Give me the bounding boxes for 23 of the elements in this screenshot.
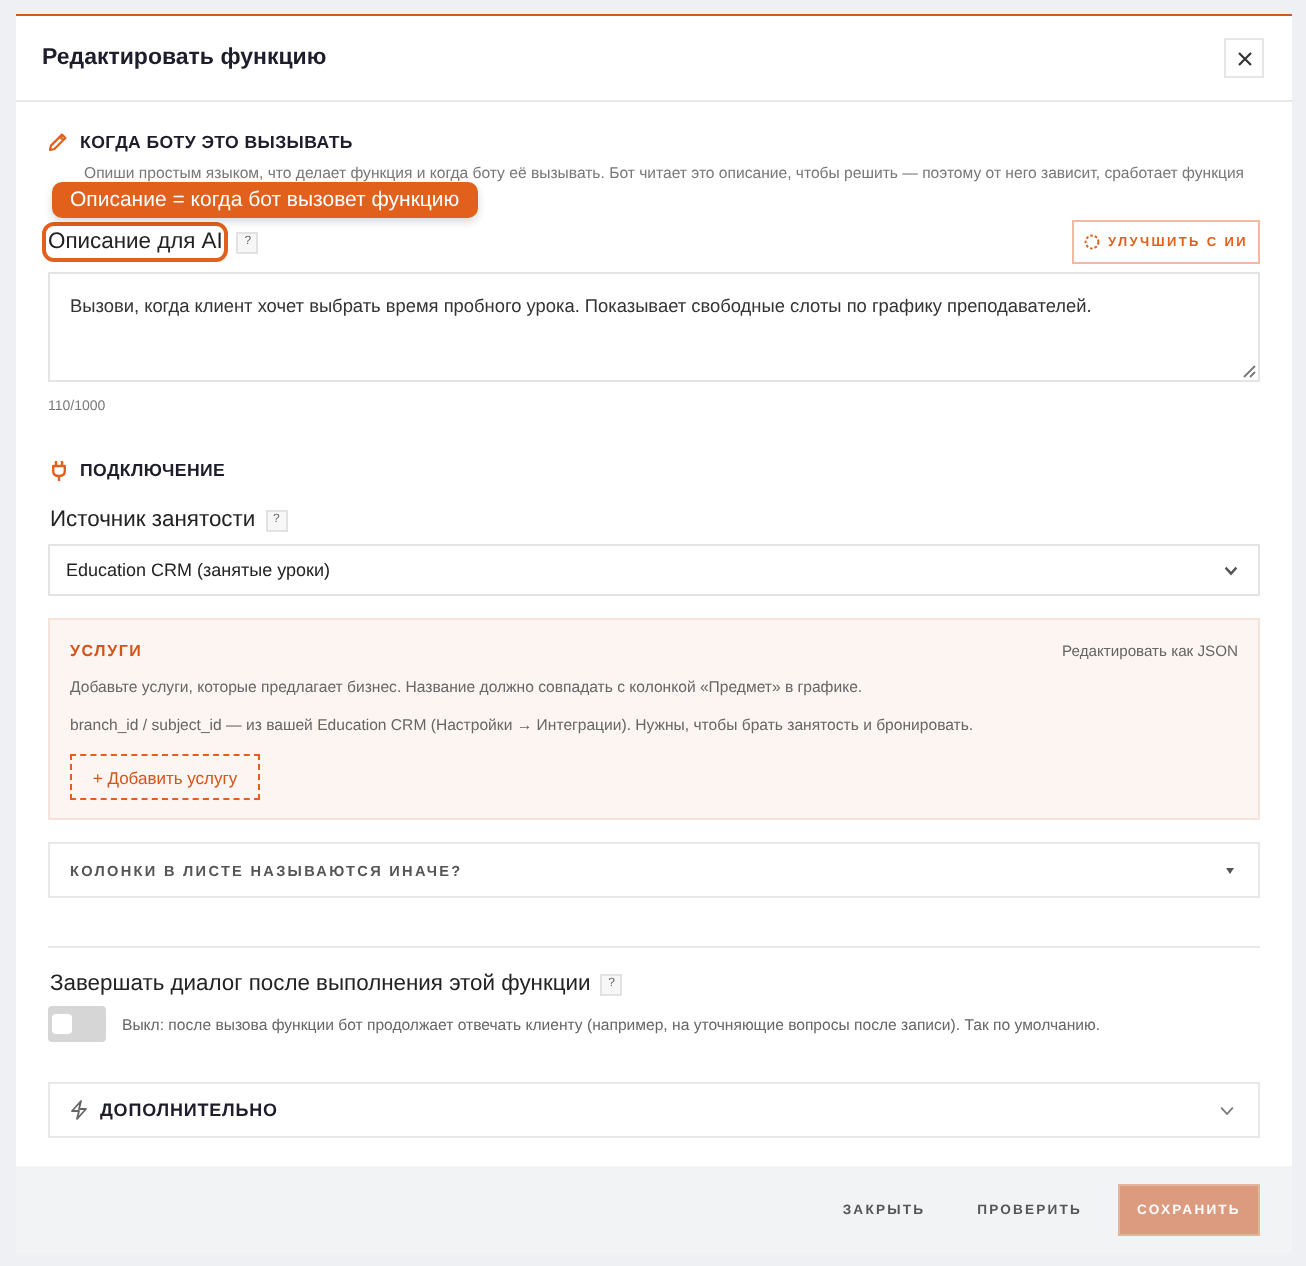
add-service-button[interactable]: + Добавить услугу <box>70 754 260 800</box>
dialog-title: Редактировать функцию <box>42 46 327 70</box>
panel-title: УСЛУГИ <box>70 641 143 659</box>
close-icon <box>1237 51 1251 65</box>
chevron-down-icon <box>1220 1105 1234 1115</box>
plug-icon <box>52 459 66 481</box>
field-label: Описание для AI <box>42 222 229 262</box>
close-button[interactable] <box>1224 38 1264 78</box>
description-field[interactable]: Вызови, когда клиент хочет выбрать время пробного урока. Показывает свободные слоты по графику преподавателей. <box>48 272 1260 382</box>
section-heading: ПОДКЛЮЧЕНИЕ <box>80 460 226 480</box>
section-heading: КОГДА БОТУ ЭТО ВЫЗЫВАТЬ <box>80 132 353 152</box>
field-label: Источник занятости <box>48 506 258 536</box>
field-label: Завершать диалог после выполнения этой функции <box>48 970 593 1000</box>
chevron-down-icon <box>1224 565 1238 575</box>
advanced-collapsible[interactable]: ДОПОЛНИТЕЛЬНО <box>48 1082 1260 1138</box>
callout-tooltip: Описание = когда бот вызовет функцию <box>52 182 478 218</box>
lightning-icon <box>70 1100 88 1120</box>
pencil-icon <box>48 132 68 152</box>
caret-down-icon <box>1226 867 1234 873</box>
toggle-switch[interactable] <box>48 1006 106 1042</box>
source-select[interactable]: Education CRM (занятые уроки) <box>48 544 1260 596</box>
resize-handle-icon[interactable] <box>1242 364 1256 378</box>
dotted-circle-icon <box>1083 234 1100 250</box>
